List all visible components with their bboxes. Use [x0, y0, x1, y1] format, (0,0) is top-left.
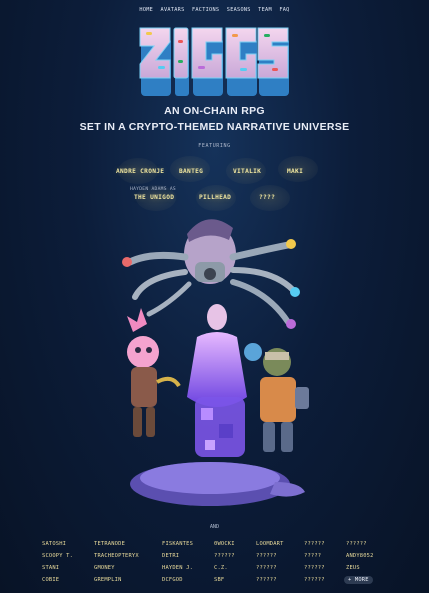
nav-factions[interactable]: FACTIONS: [192, 7, 219, 13]
roster-name[interactable]: FISKANTES: [162, 541, 193, 547]
featured-the-unigod[interactable]: THE UNIGOD: [134, 194, 174, 201]
roster-name[interactable]: STANI: [42, 565, 59, 571]
featured-pillhead[interactable]: PILLHEAD: [199, 194, 231, 201]
ziggs-logo[interactable]: [138, 26, 291, 98]
roster-name[interactable]: TETRANODE: [94, 541, 125, 547]
roster-name[interactable]: ??????: [346, 541, 367, 547]
roster-name[interactable]: GREMPLIN: [94, 577, 122, 583]
nav-faq[interactable]: FAQ: [279, 7, 289, 13]
roster-name[interactable]: ??????: [214, 553, 235, 559]
roster-name[interactable]: ??????: [256, 577, 277, 583]
roster-name[interactable]: C.Z.: [214, 565, 228, 571]
tagline-line2: SET IN A CRYPTO-THEMED NARRATIVE UNIVERS…: [79, 121, 350, 133]
hayden-as-label: HAYDEN ADAMS AS: [130, 187, 176, 192]
nav-seasons[interactable]: SEASONS: [227, 7, 251, 13]
roster-name[interactable]: DCFGOD: [162, 577, 183, 583]
character-artwork: [122, 219, 309, 506]
tagline-line1: AN ON-CHAIN RPG: [164, 105, 265, 117]
more-button[interactable]: + MORE: [344, 576, 373, 584]
roster-name[interactable]: ??????: [304, 565, 325, 571]
roster-name[interactable]: ANDY8052: [346, 553, 374, 559]
roster-name[interactable]: ??????: [304, 577, 325, 583]
soldier-character: [244, 343, 309, 452]
roster-name[interactable]: SBF: [214, 577, 224, 583]
roster-name[interactable]: DETRI: [162, 553, 179, 559]
roster-name[interactable]: ??????: [304, 541, 325, 547]
top-nav: HOME AVATARS FACTIONS SEASONS TEAM FAQ: [0, 7, 429, 13]
roster-name[interactable]: COBIE: [42, 577, 59, 583]
roster-name[interactable]: LOOMDART: [256, 541, 284, 547]
roster-name[interactable]: GMONEY: [94, 565, 115, 571]
roster-name[interactable]: SATOSHI: [42, 541, 66, 547]
featured-banteg[interactable]: BANTEG: [179, 168, 203, 175]
roster-name[interactable]: SCOOPY T.: [42, 553, 73, 559]
roster-name[interactable]: ??????: [256, 553, 277, 559]
nav-team[interactable]: TEAM: [258, 7, 272, 13]
and-label: AND: [209, 524, 220, 530]
roster-name[interactable]: TRACHEOPTERYX: [94, 553, 139, 559]
featuring-label: FEATURING: [198, 143, 231, 149]
roster-name[interactable]: ZEUS: [346, 565, 360, 571]
roster-name[interactable]: ?????: [304, 553, 321, 559]
roster-name[interactable]: HAYDEN J.: [162, 565, 193, 571]
roster-name[interactable]: ??????: [256, 565, 277, 571]
central-figure: [187, 304, 247, 457]
featured-vitalik[interactable]: VITALIK: [233, 168, 261, 175]
featured-andre-cronje[interactable]: ANDRE CRONJE: [116, 168, 164, 175]
bunny-character: [127, 308, 181, 437]
roster-name[interactable]: 0WOCKI: [214, 541, 235, 547]
nav-home[interactable]: HOME: [139, 7, 153, 13]
featured-maki[interactable]: MAKI: [287, 168, 303, 175]
featured-unknown[interactable]: ????: [259, 194, 275, 201]
nav-avatars[interactable]: AVATARS: [161, 7, 185, 13]
